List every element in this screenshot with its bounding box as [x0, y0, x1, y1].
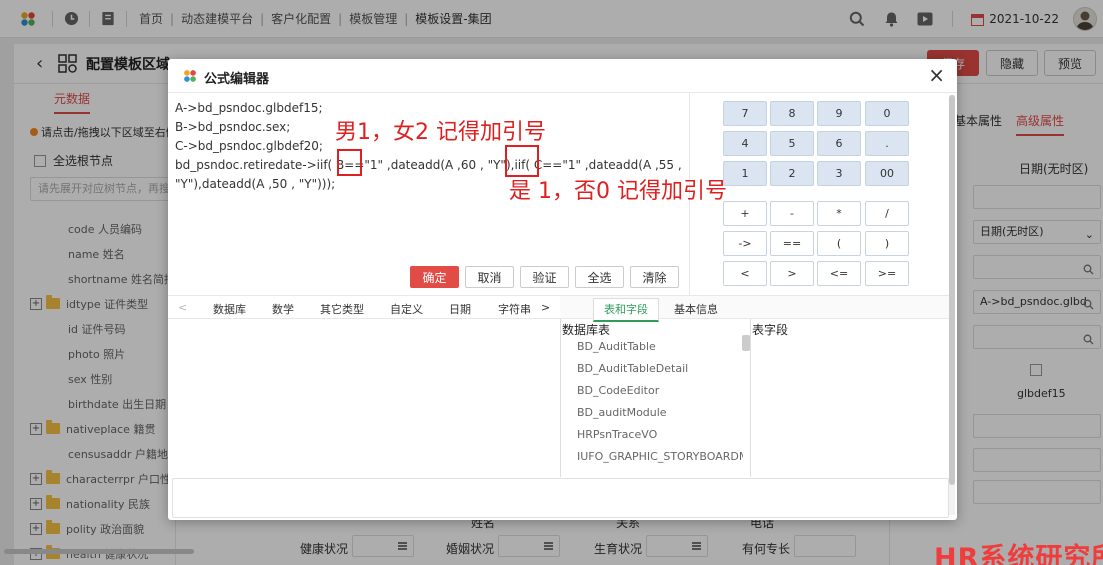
tab-string[interactable]: 字符串 [498, 301, 531, 317]
keypad-key[interactable]: >= [865, 261, 909, 286]
scrollbar-thumb[interactable] [742, 335, 750, 351]
operator-keypad: 7 8 9 0 4 5 6. 1 2 3 00 + - * / -> ==() < > <= >= [691, 93, 953, 295]
dialog-scrollbar[interactable] [949, 95, 955, 515]
tab-date[interactable]: 日期 [449, 301, 471, 317]
select-all-button[interactable]: 全选 [575, 266, 624, 288]
keypad-key[interactable]: 2 [770, 161, 814, 186]
tab-other-types[interactable]: 其它类型 [320, 301, 364, 317]
keypad-key[interactable]: ( [817, 231, 861, 256]
tab-math[interactable]: 数学 [272, 301, 294, 317]
keypad-key[interactable]: * [817, 201, 861, 226]
tab-database[interactable]: 数据库 [213, 301, 246, 317]
keypad-key[interactable]: 1 [723, 161, 767, 186]
keypad-key[interactable]: 3 [817, 161, 861, 186]
app-logo-icon [183, 69, 197, 86]
keypad-key[interactable]: 4 [723, 131, 767, 156]
list-item[interactable]: BD_auditModule [577, 406, 667, 419]
keypad-key[interactable]: . [865, 131, 909, 156]
keypad-key[interactable]: 00 [865, 161, 909, 186]
tab-custom[interactable]: 自定义 [390, 301, 423, 317]
keypad-key[interactable]: + [723, 201, 767, 226]
code-line: C->bd_psndoc.glbdef20; [175, 139, 323, 153]
list-item[interactable]: HRPsnTraceVO [577, 428, 657, 441]
keypad-key[interactable]: 7 [723, 101, 767, 126]
list-item[interactable]: BD_AuditTable [577, 340, 656, 353]
keypad-key[interactable]: 0 [865, 101, 909, 126]
tab-basic-info[interactable]: 基本信息 [674, 301, 718, 317]
close-icon[interactable]: × [928, 63, 945, 87]
list-item[interactable]: BD_CodeEditor [577, 384, 659, 397]
keypad-key[interactable]: ) [865, 231, 909, 256]
clear-button[interactable]: 清除 [630, 266, 679, 288]
validate-button[interactable]: 验证 [520, 266, 569, 288]
code-line: bd_psndoc.retiredate->iif( B=="1" ,datea… [175, 158, 682, 172]
keypad-key[interactable]: 8 [770, 101, 814, 126]
cancel-button[interactable]: 取消 [465, 266, 514, 288]
function-category-tabs: < 数据库 数学 其它类型 自定义 日期 字符串 > [168, 295, 560, 319]
annotation-gender: 男1，女2 记得加引号 [335, 120, 546, 145]
description-box [172, 478, 949, 518]
watermark: HR系统研究所 [934, 543, 1103, 565]
code-line: B->bd_psndoc.sex; [175, 120, 291, 134]
annotation-yes-no: 是 1，否0 记得加引号 [509, 179, 727, 204]
code-line: "Y"),dateadd(A ,50 , "Y"))); [175, 177, 336, 191]
tab-scroll-left[interactable]: < [178, 301, 187, 314]
keypad-key[interactable]: > [770, 261, 814, 286]
table-field-list: 表字段 [750, 319, 949, 477]
confirm-button[interactable]: 确定 [410, 266, 459, 288]
scrollbar-thumb[interactable] [949, 95, 955, 485]
keypad-key[interactable]: <= [817, 261, 861, 286]
keypad-key[interactable]: -> [723, 231, 767, 256]
table-list-scrollbar[interactable] [742, 335, 750, 475]
highlight-box-b [337, 149, 362, 176]
keypad-key[interactable]: 5 [770, 131, 814, 156]
list-item[interactable]: IUFO_GRAPHIC_STORYBOARDMODEL [577, 450, 743, 463]
code-line: A->bd_psndoc.glbdef15; [175, 101, 323, 115]
formula-editor-dialog: 公式编辑器 × A->bd_psndoc.glbdef15; B->bd_psn… [168, 59, 957, 520]
dialog-header: 公式编辑器 × [168, 59, 957, 93]
database-table-list: 数据库表 BD_AuditTable BD_AuditTableDetail B… [560, 319, 750, 477]
tab-scroll-right[interactable]: > [541, 301, 550, 314]
keypad-key[interactable]: - [770, 201, 814, 226]
keypad-key[interactable]: 6 [817, 131, 861, 156]
database-table-header: 数据库表 [562, 323, 611, 337]
keypad-key[interactable]: < [723, 261, 767, 286]
dialog-title: 公式编辑器 [204, 72, 270, 87]
list-item[interactable]: BD_AuditTableDetail [577, 362, 688, 375]
table-field-header: 表字段 [752, 323, 789, 337]
keypad-key[interactable]: 9 [817, 101, 861, 126]
keypad-key[interactable]: / [865, 201, 909, 226]
keypad-key[interactable]: == [770, 231, 814, 256]
table-info-tabs: 表和字段 基本信息 [560, 295, 949, 322]
